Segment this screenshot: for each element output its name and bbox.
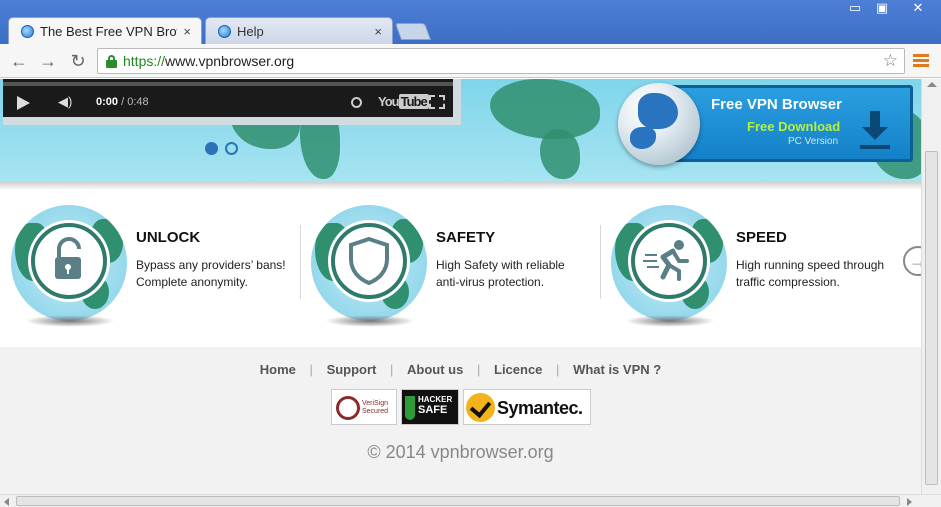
browser-toolbar: ← → ↻ https://www.vpnbrowser.org ☆ xyxy=(0,44,941,78)
page-footer: Home | Support | About us | Licence | Wh… xyxy=(0,347,921,494)
download-title: Free VPN Browser xyxy=(711,96,842,113)
scroll-left-icon[interactable] xyxy=(4,498,9,506)
feature-title: SPEED xyxy=(736,229,787,246)
browser-titlebar: The Best Free VPN Browser × Help × ▭ ▣ ✕ xyxy=(0,0,941,44)
runner-icon xyxy=(643,240,689,281)
symantec-badge[interactable]: Symantec. xyxy=(463,389,591,425)
banner-divider xyxy=(0,182,921,190)
minimize-icon[interactable]: ▭ xyxy=(841,1,869,16)
reload-icon[interactable]: ↻ xyxy=(67,50,89,72)
hacker-safe-shield-icon xyxy=(405,396,415,420)
hero-banner: ◀) 0:00 / 0:48 You Tube Free VPN Browser … xyxy=(0,79,921,182)
map-continent xyxy=(540,129,580,179)
address-bar[interactable]: https://www.vpnbrowser.org ☆ xyxy=(97,48,905,74)
play-icon[interactable] xyxy=(17,96,30,110)
footer-separator: | xyxy=(476,362,481,377)
hacker-safe-badge[interactable]: HACKER SAFE xyxy=(401,389,459,425)
copyright-text: © 2014 vpnbrowser.org xyxy=(367,442,554,462)
horizontal-scrollbar[interactable] xyxy=(0,494,941,507)
verisign-badge[interactable]: VeriSign Secured xyxy=(331,389,397,425)
feature-separator xyxy=(300,225,301,299)
footer-separator: | xyxy=(309,362,313,377)
footer-link-what-is-vpn[interactable]: What is VPN ? xyxy=(563,362,671,377)
feature-safety: SAFETY High Safety with reliable anti-vir… xyxy=(311,205,601,327)
feature-title: SAFETY xyxy=(436,229,496,246)
tab-label: The Best Free VPN Browser xyxy=(40,23,177,39)
youtube-logo[interactable]: You Tube xyxy=(378,94,429,109)
footer-separator: | xyxy=(556,362,560,377)
footer-separator: | xyxy=(390,362,394,377)
url-host: www.vpnbrowser.org xyxy=(165,53,295,69)
map-continent xyxy=(490,79,600,139)
url-scheme: https:// xyxy=(123,53,166,69)
maximize-icon[interactable]: ▣ xyxy=(868,1,896,16)
video-player[interactable]: ◀) 0:00 / 0:48 You Tube xyxy=(3,79,461,125)
horizontal-scroll-thumb[interactable] xyxy=(16,496,900,506)
vertical-scrollbar[interactable] xyxy=(921,79,941,494)
feature-shadow xyxy=(625,315,715,327)
tab-label: Help xyxy=(237,23,264,39)
feature-description: High running speed through traffic compre… xyxy=(736,258,885,289)
unlock-icon xyxy=(55,237,81,279)
feature-speed: SPEED High running speed through traffic … xyxy=(611,205,901,327)
feature-unlock: UNLOCK Bypass any providers’ bans! Comple… xyxy=(11,205,301,327)
lock-icon xyxy=(106,55,117,68)
features-next-arrow-icon[interactable]: → xyxy=(903,246,921,276)
video-progress-bar[interactable] xyxy=(3,82,453,86)
footer-link-support[interactable]: Support xyxy=(317,362,387,377)
footer-nav: Home | Support | About us | Licence | Wh… xyxy=(0,362,921,377)
globe-logo-icon xyxy=(618,83,700,165)
watch-later-icon[interactable] xyxy=(351,97,362,108)
feature-title: UNLOCK xyxy=(136,229,201,246)
feature-globe xyxy=(611,205,727,321)
video-time: 0:00 / 0:48 xyxy=(96,96,149,108)
feature-shadow xyxy=(325,315,415,327)
vertical-scroll-thumb[interactable] xyxy=(925,151,938,485)
feature-shadow xyxy=(25,315,115,327)
feature-description: High Safety with reliable anti-virus prot… xyxy=(436,258,565,289)
feature-globe xyxy=(11,205,127,321)
page-viewport: ◀) 0:00 / 0:48 You Tube Free VPN Browser … xyxy=(0,79,921,494)
feature-description: Bypass any providers’ bans! Complete anon… xyxy=(136,258,286,289)
slider-dot-active[interactable] xyxy=(205,142,218,155)
free-download-button[interactable]: Free VPN Browser Free Download PC Versio… xyxy=(670,85,913,162)
slider-dot[interactable] xyxy=(225,142,238,155)
menu-hamburger-icon[interactable] xyxy=(913,54,929,68)
bookmark-star-icon[interactable]: ☆ xyxy=(883,51,898,71)
download-subtitle: Free Download xyxy=(747,119,841,134)
globe-favicon-icon xyxy=(21,24,34,38)
shield-icon xyxy=(349,236,389,286)
tab-help[interactable]: Help × xyxy=(205,17,393,44)
tab-vpn-browser[interactable]: The Best Free VPN Browser × xyxy=(8,17,202,44)
footer-link-home[interactable]: Home xyxy=(250,362,306,377)
security-badges: VeriSign Secured HACKER SAFE Symantec. xyxy=(331,389,591,425)
scroll-right-icon[interactable] xyxy=(907,498,912,506)
volume-icon[interactable]: ◀) xyxy=(58,94,72,110)
video-control-bar: ◀) 0:00 / 0:48 You Tube xyxy=(3,79,453,117)
close-window-icon[interactable]: ✕ xyxy=(904,1,932,16)
verisign-check-icon xyxy=(336,396,360,420)
fullscreen-icon[interactable] xyxy=(429,95,445,109)
footer-link-licence[interactable]: Licence xyxy=(484,362,552,377)
forward-arrow-icon[interactable]: → xyxy=(37,50,59,72)
tab-close-icon[interactable]: × xyxy=(183,24,191,39)
new-tab-button[interactable] xyxy=(394,23,432,40)
url-text[interactable]: https://www.vpnbrowser.org xyxy=(123,53,294,69)
download-arrow-icon xyxy=(860,111,890,151)
back-arrow-icon[interactable]: ← xyxy=(8,50,30,72)
feature-globe xyxy=(311,205,427,321)
scroll-up-icon[interactable] xyxy=(927,82,937,87)
symantec-check-icon xyxy=(466,393,495,422)
globe-favicon-icon xyxy=(218,24,231,38)
feature-separator xyxy=(600,225,601,299)
download-version: PC Version xyxy=(788,136,839,147)
tab-close-icon[interactable]: × xyxy=(374,24,382,39)
footer-link-about[interactable]: About us xyxy=(397,362,473,377)
